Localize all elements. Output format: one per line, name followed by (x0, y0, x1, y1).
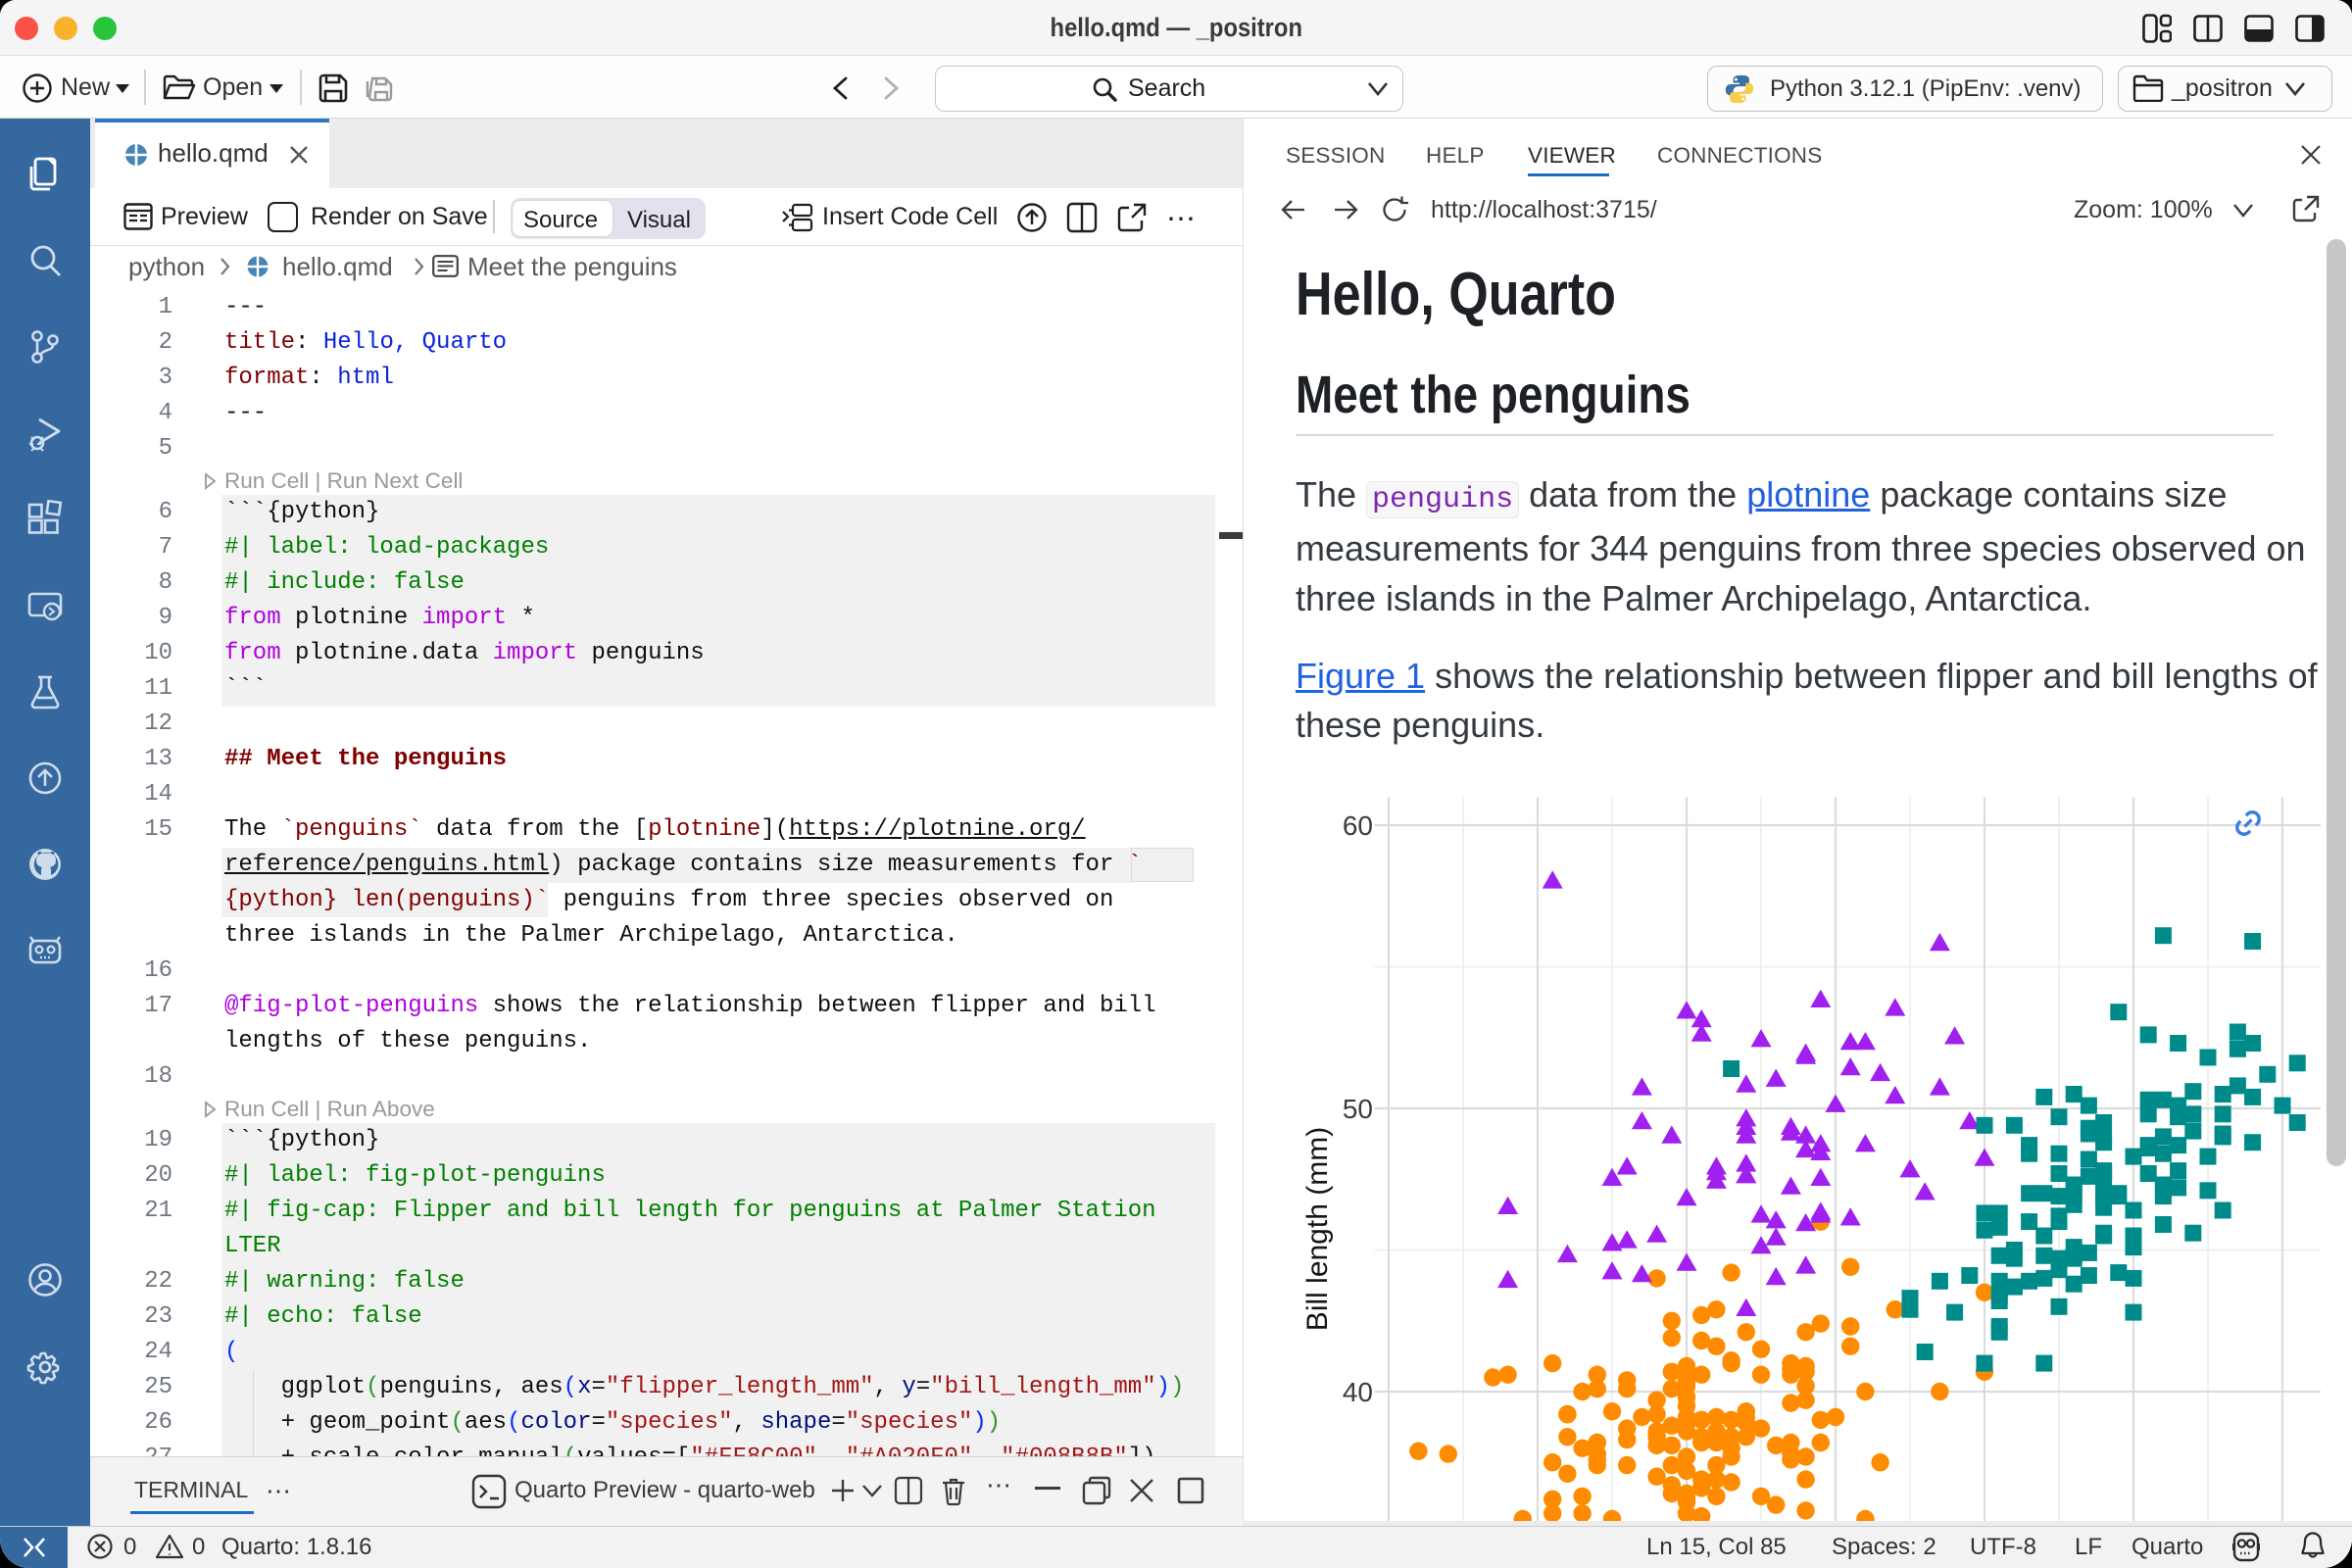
svg-text:60: 60 (1343, 810, 1373, 841)
svg-text:50: 50 (1343, 1094, 1373, 1124)
svg-text:Bill length (mm): Bill length (mm) (1301, 1127, 1334, 1331)
svg-text:40: 40 (1343, 1377, 1373, 1407)
